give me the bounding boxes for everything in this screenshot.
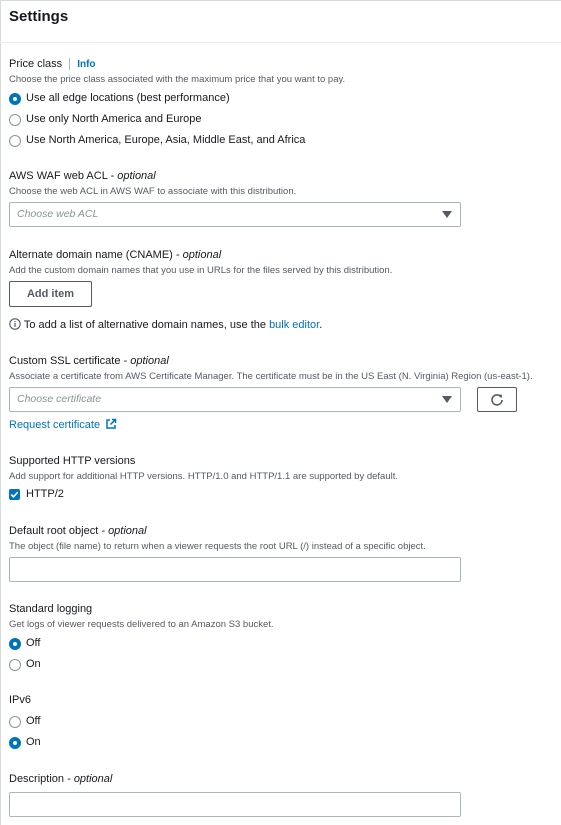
cname-optional: - optional [175,249,222,261]
root-object-description: The object (file name) to return when a … [9,541,426,552]
cname-info-end: . [319,319,323,331]
separator [69,58,71,71]
cname-label-row: Alternate domain name (CNAME) - optional [9,249,221,261]
caret-down-icon [442,396,452,403]
cname-info-text: To add a list of alternative domain name… [23,319,266,331]
info-circle-icon [9,318,21,330]
ssl-label: Custom SSL certificate [9,355,121,367]
price-class-radio-na-eu[interactable] [9,114,21,126]
ssl-optional: - optional [123,355,169,367]
external-link-icon [106,418,117,429]
waf-select[interactable]: Choose web ACL [9,202,461,227]
ssl-label-row: Custom SSL certificate - optional [9,355,169,367]
refresh-icon [491,394,503,406]
logging-radio-on[interactable] [9,659,21,671]
price-class-option-na-eu-asia: Use North America, Europe, Asia, Middle … [26,134,306,146]
waf-label-row: AWS WAF web ACL - optional [9,170,156,182]
price-class-label-row: Price class Info [9,58,96,71]
cname-description: Add the custom domain names that you use… [9,265,393,276]
http2-label: HTTP/2 [26,488,64,500]
ipv6-radio-off[interactable] [9,716,21,728]
price-class-description: Choose the price class associated with t… [9,74,346,85]
http-versions-label: Supported HTTP versions [9,455,136,467]
settings-title: Settings [9,8,69,25]
description-label: Description [9,773,65,785]
description-label-row: Description - optional [9,773,112,785]
root-object-label: Default root object [9,525,99,537]
ipv6-radio-on[interactable] [9,737,21,749]
waf-label: AWS WAF web ACL [9,170,108,182]
price-class-info-link[interactable]: Info [77,59,95,70]
price-class-option-na-eu: Use only North America and Europe [26,113,202,125]
price-class-option-all: Use all edge locations (best performance… [26,92,230,104]
logging-label: Standard logging [9,603,93,615]
waf-optional: - optional [110,170,156,182]
root-object-optional: - optional [101,525,147,537]
description-input[interactable] [9,792,461,817]
description-optional: - optional [67,773,113,785]
add-item-button[interactable]: Add item [9,281,92,307]
waf-placeholder: Choose web ACL [17,208,99,220]
logging-option-off: Off [26,637,41,649]
caret-down-icon [442,211,452,218]
price-class-radio-all[interactable] [9,93,21,105]
settings-header: Settings [0,0,561,43]
http-versions-description: Add support for additional HTTP versions… [9,471,398,482]
ssl-description: Associate a certificate from AWS Certifi… [9,371,533,382]
bulk-editor-link[interactable]: bulk editor [269,319,319,331]
http2-checkbox[interactable] [9,489,20,500]
cname-label: Alternate domain name (CNAME) [9,249,173,261]
request-certificate-link[interactable]: Request certificate [9,418,117,431]
checkmark-icon [10,491,19,498]
waf-description: Choose the web ACL in AWS WAF to associa… [9,186,297,197]
logging-option-on: On [26,658,41,670]
ipv6-option-off: Off [26,715,41,727]
logging-description: Get logs of viewer requests delivered to… [9,619,274,630]
root-object-label-row: Default root object - optional [9,525,147,537]
request-certificate-label: Request certificate [9,419,101,431]
refresh-button[interactable] [477,387,517,412]
ssl-placeholder: Choose certificate [17,393,102,405]
logging-radio-off[interactable] [9,638,21,650]
root-object-input[interactable] [9,557,461,582]
ssl-select[interactable]: Choose certificate [9,387,461,412]
ipv6-label: IPv6 [9,694,32,706]
price-class-radio-na-eu-asia[interactable] [9,135,21,147]
price-class-label: Price class [9,58,63,70]
cname-info-row: To add a list of alternative domain name… [9,318,322,331]
ipv6-option-on: On [26,736,41,748]
